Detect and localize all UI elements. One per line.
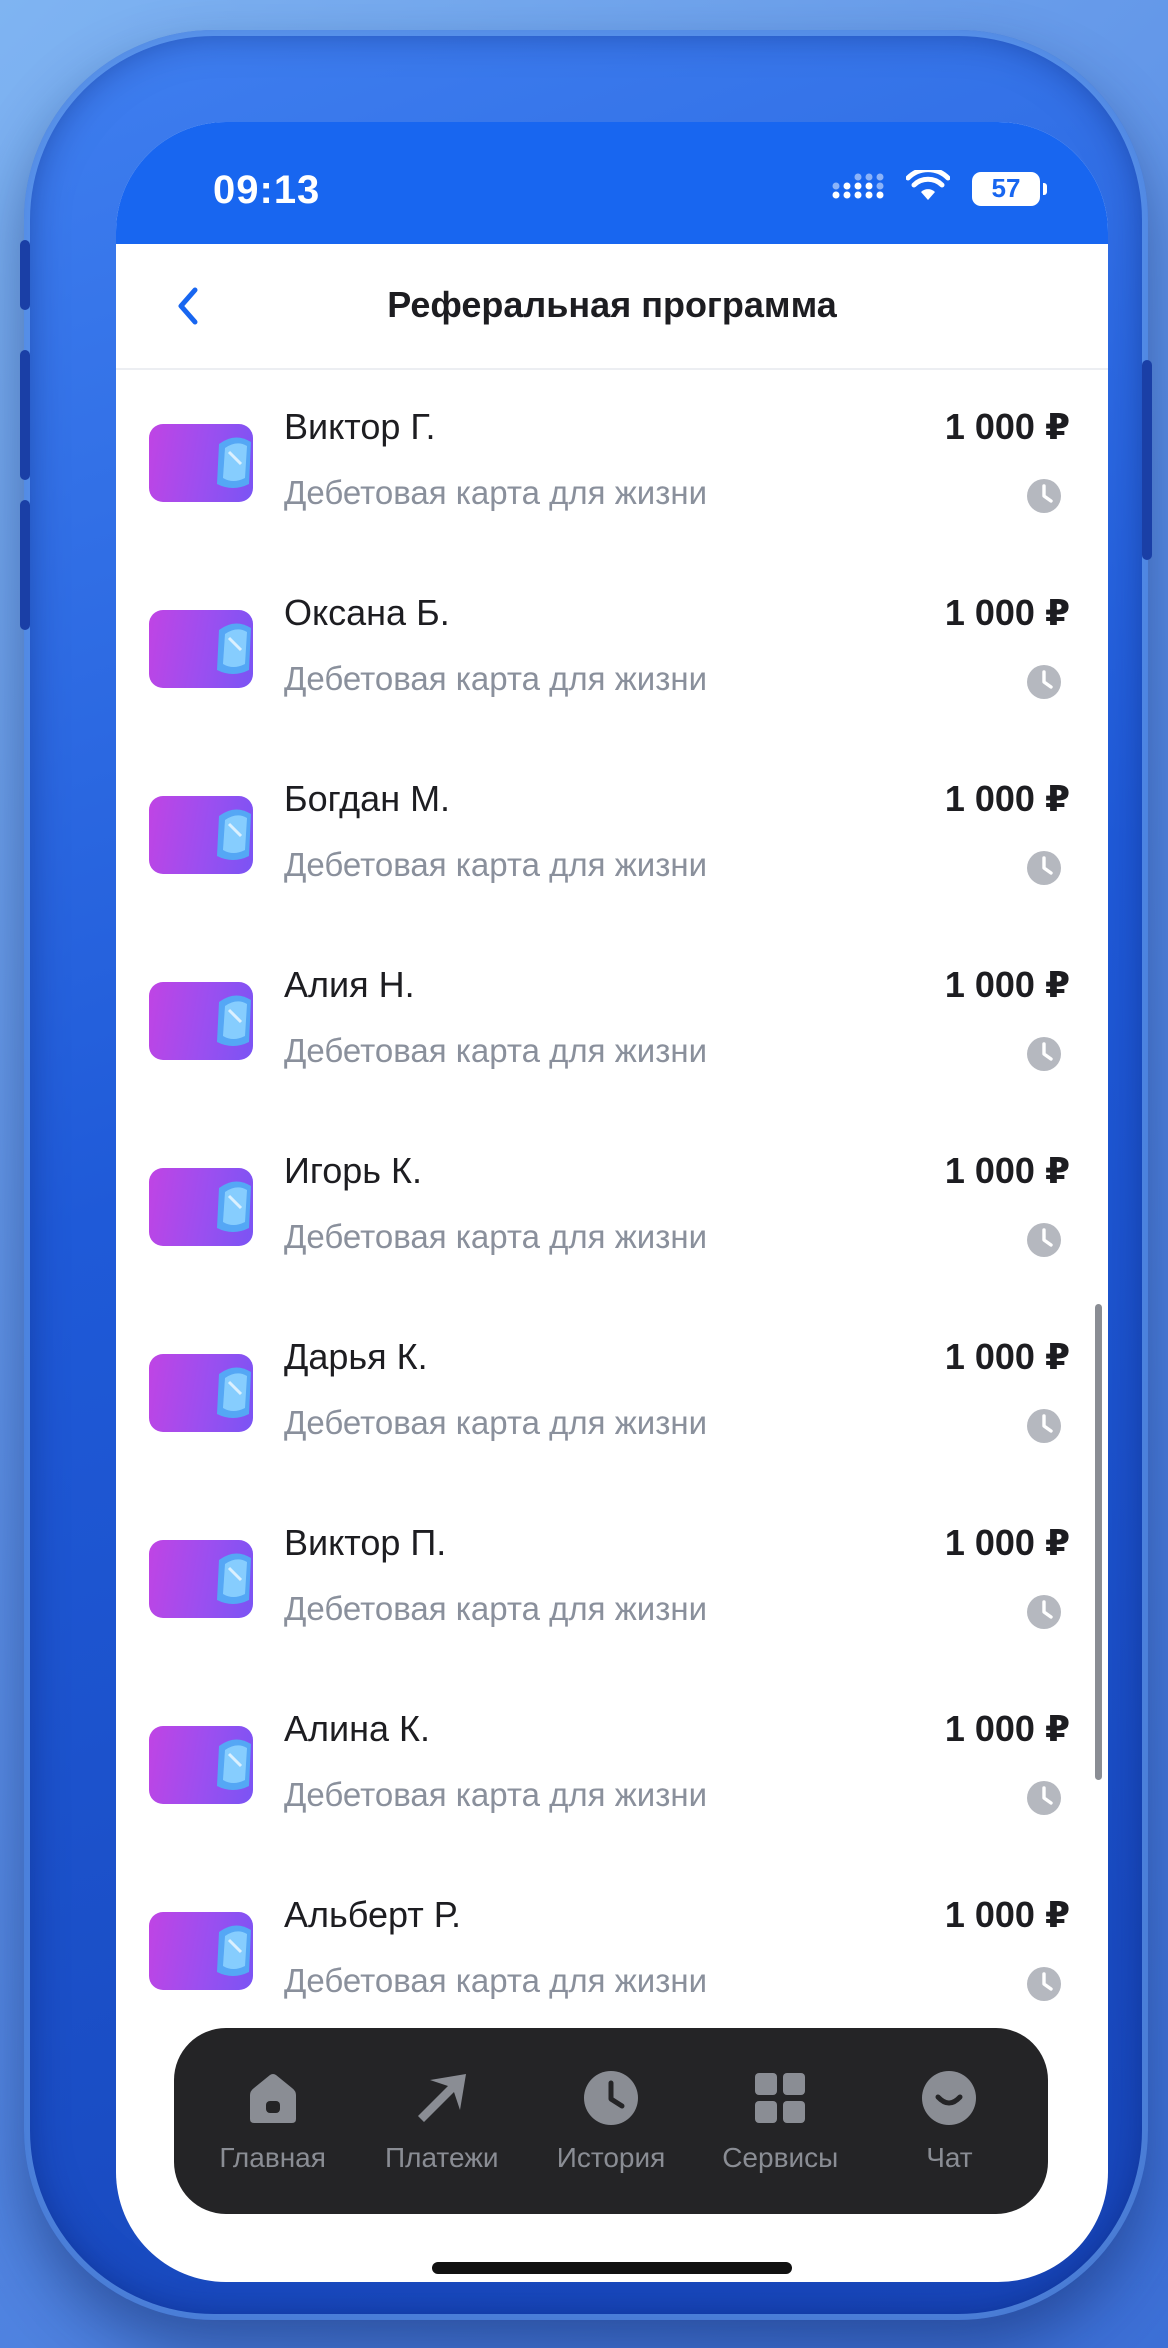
tab-payments[interactable]: Платежи — [357, 2068, 526, 2174]
clock-icon — [1027, 1223, 1061, 1257]
referral-name: Виктор П. — [284, 1522, 447, 1563]
debit-card-icon — [149, 1168, 253, 1246]
clock-icon — [1027, 1781, 1061, 1815]
referral-name: Игорь К. — [284, 1150, 422, 1191]
battery-icon: 57 — [972, 171, 1047, 206]
debit-card-icon — [149, 982, 253, 1060]
referral-amount: 1 000 ₽ — [944, 1708, 1070, 1749]
status-time: 09:13 — [213, 168, 321, 212]
referral-product: Дебетовая карта для жизни — [284, 474, 708, 511]
referral-amount: 1 000 ₽ — [944, 406, 1070, 447]
referral-row[interactable]: Игорь К. Дебетовая карта для жизни 1 000… — [116, 1114, 1108, 1300]
tab-chat[interactable]: Чат — [865, 2068, 1034, 2174]
referral-product: Дебетовая карта для жизни — [284, 1962, 708, 1999]
debit-card-icon — [149, 1726, 253, 1804]
referral-amount: 1 000 ₽ — [944, 778, 1070, 819]
phone-side-button-right — [1142, 360, 1152, 560]
debit-card-icon — [149, 1540, 253, 1618]
referral-list: Виктор Г. Дебетовая карта для жизни 1 00… — [116, 370, 1108, 2044]
grid-icon — [750, 2068, 810, 2128]
referral-row[interactable]: Виктор Г. Дебетовая карта для жизни 1 00… — [116, 370, 1108, 556]
referral-product: Дебетовая карта для жизни — [284, 1590, 708, 1627]
bottom-tab-bar: Главная Платежи История Сервисы Чат — [174, 2028, 1048, 2214]
status-bar: 09:13 57 — [116, 122, 1108, 244]
scrollbar[interactable] — [1095, 1304, 1102, 1780]
phone-side-button-left-1 — [20, 240, 30, 310]
referral-product: Дебетовая карта для жизни — [284, 1404, 708, 1441]
clock-icon — [581, 2068, 641, 2128]
referral-product: Дебетовая карта для жизни — [284, 660, 708, 697]
clock-icon — [1027, 1037, 1061, 1071]
page-header: Реферальная программа — [116, 244, 1108, 370]
signal-icon — [832, 171, 884, 206]
referral-product: Дебетовая карта для жизни — [284, 1218, 708, 1255]
clock-icon — [1027, 665, 1061, 699]
referral-amount: 1 000 ₽ — [944, 1522, 1070, 1563]
phone-frame: 09:13 57 Реферальная программа Виктор Г.… — [20, 30, 1152, 2320]
referral-row[interactable]: Оксана Б. Дебетовая карта для жизни 1 00… — [116, 556, 1108, 742]
referral-name: Дарья К. — [284, 1336, 428, 1377]
referral-name: Альберт Р. — [284, 1894, 461, 1935]
referral-product: Дебетовая карта для жизни — [284, 1776, 708, 1813]
arrow-icon — [412, 2068, 472, 2128]
referral-name: Алина К. — [284, 1708, 431, 1749]
phone-side-button-left-2 — [20, 350, 30, 480]
tab-label-chat: Чат — [926, 2142, 973, 2173]
tab-label-history: История — [556, 2142, 666, 2173]
phone-side-button-left-3 — [20, 500, 30, 630]
debit-card-icon — [149, 610, 253, 688]
home-icon — [243, 2068, 303, 2128]
referral-row[interactable]: Богдан М. Дебетовая карта для жизни 1 00… — [116, 742, 1108, 928]
referral-name: Богдан М. — [284, 778, 451, 819]
page-title: Реферальная программа — [387, 284, 837, 325]
wifi-icon — [905, 167, 951, 207]
app-screen: 09:13 57 Реферальная программа Виктор Г.… — [116, 122, 1108, 2282]
tab-label-home: Главная — [219, 2142, 326, 2173]
referral-amount: 1 000 ₽ — [944, 1894, 1070, 1935]
referral-row[interactable]: Альберт Р. Дебетовая карта для жизни 1 0… — [116, 1858, 1108, 2044]
debit-card-icon — [149, 1354, 253, 1432]
referral-amount: 1 000 ₽ — [944, 1150, 1070, 1191]
referral-row[interactable]: Алина К. Дебетовая карта для жизни 1 000… — [116, 1672, 1108, 1858]
referral-row[interactable]: Виктор П. Дебетовая карта для жизни 1 00… — [116, 1486, 1108, 1672]
clock-icon — [1027, 479, 1061, 513]
tab-services[interactable]: Сервисы — [696, 2068, 865, 2174]
referral-name: Алия Н. — [284, 964, 415, 1005]
referral-row[interactable]: Дарья К. Дебетовая карта для жизни 1 000… — [116, 1300, 1108, 1486]
chat-icon — [919, 2068, 979, 2128]
referral-row[interactable]: Алия Н. Дебетовая карта для жизни 1 000 … — [116, 928, 1108, 1114]
clock-icon — [1027, 1967, 1061, 2001]
referral-product: Дебетовая карта для жизни — [284, 846, 708, 883]
status-icons: 57 — [832, 167, 1047, 207]
referral-product: Дебетовая карта для жизни — [284, 1032, 708, 1069]
tab-home[interactable]: Главная — [188, 2068, 357, 2174]
tab-history[interactable]: История — [526, 2068, 695, 2174]
referral-amount: 1 000 ₽ — [944, 1336, 1070, 1377]
clock-icon — [1027, 1595, 1061, 1629]
debit-card-icon — [149, 796, 253, 874]
referral-name: Оксана Б. — [284, 592, 450, 633]
debit-card-icon — [149, 1912, 253, 1990]
debit-card-icon — [149, 424, 253, 502]
tab-label-services: Сервисы — [722, 2142, 839, 2173]
referral-amount: 1 000 ₽ — [944, 592, 1070, 633]
referral-amount: 1 000 ₽ — [944, 964, 1070, 1005]
home-indicator — [432, 2262, 792, 2274]
referral-name: Виктор Г. — [284, 406, 436, 447]
clock-icon — [1027, 1409, 1061, 1443]
clock-icon — [1027, 851, 1061, 885]
tab-label-payments: Платежи — [385, 2142, 499, 2173]
